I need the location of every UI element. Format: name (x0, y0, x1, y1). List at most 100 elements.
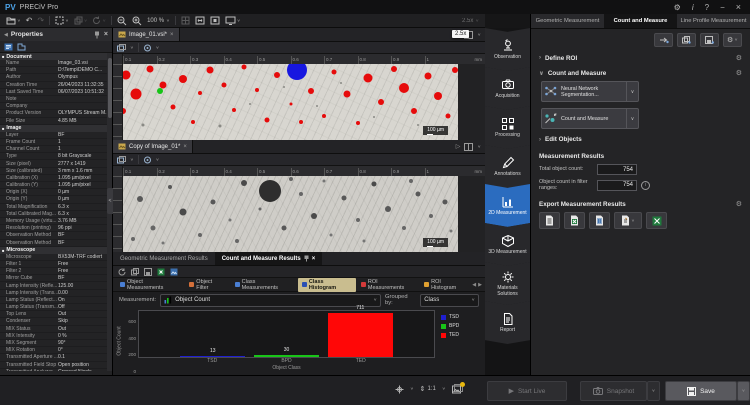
magnification-dropdown[interactable]: 2.5x ∨ (462, 18, 479, 24)
property-row[interactable]: Transmitted AnalyzerCrossed Nicols (0, 369, 107, 371)
info-icon[interactable]: i (692, 3, 694, 12)
subtab-class-measurements[interactable]: Class Measurements (231, 278, 297, 292)
grid-view-button[interactable] (181, 16, 190, 25)
property-row[interactable]: Transmitted Aperture ...0.1 (0, 354, 107, 361)
snapshot-options-dropdown[interactable]: ∨ (647, 381, 660, 401)
property-row[interactable]: Mirror CubeBF (0, 275, 107, 282)
property-row[interactable]: AuthorOlympus (0, 74, 107, 81)
fit-to-window-button[interactable] (195, 16, 205, 25)
collapse-panel-icon[interactable]: ◀ (4, 32, 8, 38)
gear-icon[interactable]: ⚙ (736, 200, 742, 208)
close-icon[interactable]: × (736, 2, 741, 12)
property-row[interactable]: NameImage_03.vsi (0, 60, 107, 67)
property-row[interactable]: Memory Usage (virtu...3.76 MB (0, 218, 107, 225)
results-tab[interactable]: Count and Measure Results× (215, 252, 323, 265)
open-in-excel-button[interactable] (646, 212, 667, 229)
gear-icon[interactable]: ⚙ (736, 54, 742, 62)
settings-gear-icon[interactable]: ⚙ (674, 3, 681, 12)
chevron-down-icon[interactable]: ∨ (130, 45, 134, 49)
sidebar-item-acquisition[interactable]: Acquisition (485, 67, 530, 110)
total-object-count-value[interactable]: 754 (597, 164, 637, 175)
select-tool-button[interactable]: ∨ (55, 16, 69, 25)
scroll-left-icon[interactable]: ◀ (472, 282, 476, 288)
property-row[interactable]: Filter 2Free (0, 268, 107, 275)
snapshot-results-icon[interactable] (170, 268, 178, 276)
measurement-dropdown[interactable]: Object Count ∨ (160, 294, 381, 307)
chevron-down-icon[interactable]: ∨ (442, 387, 446, 391)
edit-objects-section[interactable]: › Edit Objects (539, 136, 742, 143)
property-row[interactable]: Origin (Y)0 µm (0, 196, 107, 203)
copy-measurement-button[interactable] (677, 33, 696, 47)
close-panel-icon[interactable]: × (104, 31, 108, 38)
crosshair-icon[interactable] (395, 385, 404, 394)
sidebar-item-2d-measurement[interactable]: 2D Measurement (485, 184, 530, 227)
zoom-out-button[interactable] (117, 16, 127, 26)
property-row[interactable]: Origin (X)0 µm (0, 189, 107, 196)
annotation-visibility-icon[interactable] (143, 44, 152, 52)
zoom-in-button[interactable] (132, 16, 142, 26)
property-row[interactable]: PathD:\Temp\DEMO C... (0, 67, 107, 74)
property-row[interactable]: Observation MethodBF (0, 240, 107, 247)
property-row[interactable]: Transmitted Field StopOpen position (0, 362, 107, 369)
panel-tab-line-profile-measurement[interactable]: Line Profile Measurement (677, 14, 750, 28)
overlay-layers-icon[interactable] (117, 156, 126, 164)
property-row[interactable]: MIX StatusOut (0, 326, 107, 333)
close-tab-icon[interactable]: × (183, 144, 187, 150)
gear-icon[interactable]: ⚙ (736, 69, 742, 77)
property-row[interactable]: Total Magnification6.3 x (0, 204, 107, 211)
refresh-results-icon[interactable] (118, 268, 126, 276)
viewer2-specimen-image[interactable]: 100 µm (123, 176, 458, 252)
save-button[interactable]: Save (665, 381, 737, 401)
save-measurement-button[interactable] (700, 33, 719, 47)
count-measure-section[interactable]: ∨ Count and Measure ⚙ (539, 69, 742, 77)
property-row[interactable]: CondenserSkip (0, 318, 107, 325)
property-row[interactable]: Creation Time26/04/2023 11:32:35 (0, 82, 107, 89)
property-section-header[interactable]: ■Document (0, 53, 107, 60)
viewer1-tab[interactable]: Image_01.vsi* × (113, 28, 180, 41)
actual-size-button[interactable] (210, 16, 220, 25)
property-row[interactable]: Note (0, 96, 107, 103)
property-row[interactable]: MicroscopeBX53M-TRF codiert (0, 254, 107, 261)
display-settings-button[interactable]: ∨ (225, 16, 241, 25)
excel-export-results-icon[interactable] (157, 268, 165, 276)
gallery-button[interactable] (452, 384, 463, 394)
zoom-ratio-button[interactable]: ⇕ 1:1 (420, 385, 436, 393)
chevron-down-icon[interactable]: ∨ (626, 109, 638, 128)
property-section-header[interactable]: ■Microscope (0, 247, 107, 254)
properties-list[interactable]: ■DocumentNameImage_03.vsiPathD:\Temp\DEM… (0, 53, 112, 371)
property-row[interactable]: Lamp Intensity (Refle...125.00 (0, 282, 107, 289)
zoom-level-dropdown[interactable]: 100 % ∨ (147, 18, 170, 24)
chevron-down-icon[interactable]: ∨ (410, 387, 414, 391)
minimize-icon[interactable]: − (720, 3, 725, 12)
save-results-icon[interactable] (144, 268, 152, 276)
chevron-down-icon[interactable]: ∨ (156, 157, 160, 161)
property-row[interactable]: Calibration (X)1.095 µm/pixel (0, 175, 107, 182)
property-row[interactable]: Last Saved Time06/07/2023 10:51:32 (0, 89, 107, 96)
chevron-down-icon[interactable]: ∨ (477, 144, 481, 148)
define-roi-section[interactable]: › Define ROI ⚙ (539, 54, 742, 62)
close-tab-icon[interactable]: × (170, 32, 174, 38)
play-preview-icon[interactable]: ▷ (456, 143, 461, 150)
rotate-tool-button[interactable]: ∨ (92, 16, 106, 25)
sidebar-item-report[interactable]: Report (485, 301, 530, 344)
chevron-down-icon[interactable]: ∨ (626, 82, 638, 101)
property-row[interactable]: Type8 bit Grayscale (0, 153, 107, 160)
subtab-class-histogram[interactable]: Class Histogram (298, 278, 356, 292)
property-row[interactable]: Frame Count1 (0, 139, 107, 146)
property-row[interactable]: Company (0, 103, 107, 110)
overlay-layers-icon[interactable] (117, 44, 126, 52)
scroll-right-icon[interactable]: ▶ (478, 282, 482, 288)
property-row[interactable]: Lamp Status (Transm...Off (0, 304, 107, 311)
property-row[interactable]: LayerBF (0, 132, 107, 139)
property-row[interactable]: Total Calibrated Mag...6.3 x (0, 211, 107, 218)
save-options-dropdown[interactable]: ∨ (737, 381, 750, 401)
copy-tool-button[interactable]: ∨ (74, 16, 88, 25)
property-row[interactable]: Calibration (Y)1.095 µm/pixel (0, 182, 107, 189)
sidebar-item-materials-solutions[interactable]: Materials Solutions (485, 262, 530, 305)
chevron-down-icon[interactable]: ∨ (156, 45, 160, 49)
property-row[interactable]: Filter 1Free (0, 261, 107, 268)
subtab-roi-histogram[interactable]: ROI Histogram (420, 278, 471, 292)
property-row[interactable]: Lamp Intensity (Trans...0.00 (0, 290, 107, 297)
filter-count-value[interactable]: 754 (597, 180, 637, 191)
annotation-visibility-icon[interactable] (143, 156, 152, 164)
